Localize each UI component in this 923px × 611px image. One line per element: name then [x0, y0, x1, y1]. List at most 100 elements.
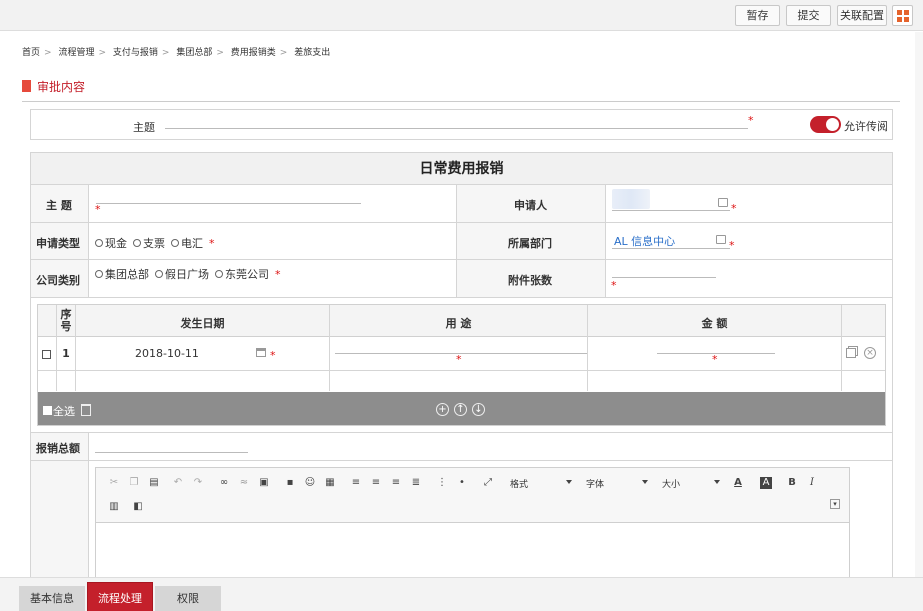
top-toolbar: 暂存 提交 关联配置: [0, 0, 923, 31]
attachments-label: 附件张数: [508, 274, 552, 287]
format-dropdown[interactable]: 格式: [510, 477, 572, 490]
radio-wire[interactable]: 电汇: [171, 237, 203, 250]
ordered-list-icon[interactable]: ⋮: [436, 477, 448, 489]
add-row-icon[interactable]: +: [436, 403, 449, 416]
font-dropdown[interactable]: 字体: [586, 477, 648, 490]
vertical-scrollbar[interactable]: [915, 32, 923, 577]
text-color-icon[interactable]: A: [732, 477, 744, 489]
fullscreen-icon[interactable]: ⤢: [482, 477, 494, 489]
total-label: 报销总额: [36, 442, 80, 455]
th-purpose: 用 途: [445, 317, 472, 330]
preview-icon[interactable]: ◧: [132, 501, 144, 513]
rich-text-editor[interactable]: ✂ ❐ ▤ ↶ ↷ ∞ ≈ ▣ ▪ ☺ ▦ ≡ ≡ ≡ ≣ ⋮ • ⤢ 格式 字…: [95, 467, 850, 587]
breadcrumb-group-hq[interactable]: 集团总部: [176, 48, 212, 58]
document-icon: [22, 80, 31, 92]
breadcrumb-expense[interactable]: 费用报销类: [231, 48, 276, 58]
radio-check[interactable]: 支票: [133, 237, 165, 250]
align-right-icon[interactable]: ≡: [390, 477, 402, 489]
undo-icon[interactable]: ↶: [172, 477, 184, 489]
copy-row-icon[interactable]: [846, 348, 856, 358]
size-dropdown[interactable]: 大小: [662, 477, 720, 490]
move-down-icon[interactable]: ↓: [472, 403, 485, 416]
redo-icon[interactable]: ↷: [192, 477, 204, 489]
col-divider: [456, 185, 457, 297]
italic-icon[interactable]: I: [806, 477, 818, 489]
subject-input[interactable]: [165, 128, 748, 129]
align-left-icon[interactable]: ≡: [350, 477, 362, 489]
required-mark: *: [611, 279, 617, 292]
save-draft-button[interactable]: 暂存: [735, 5, 780, 26]
justify-icon[interactable]: ≣: [410, 477, 422, 489]
required-mark: *: [748, 114, 754, 127]
radio-circle-icon[interactable]: [133, 239, 141, 247]
applicant-input[interactable]: [612, 210, 730, 211]
radio-cash[interactable]: 现金: [95, 237, 127, 250]
move-up-icon[interactable]: ↑: [454, 403, 467, 416]
applicant-label: 申请人: [514, 199, 547, 212]
subject-field-label: 主 题: [46, 199, 72, 212]
section-heading: 审批内容: [22, 78, 85, 94]
unlink-icon[interactable]: ≈: [238, 477, 250, 489]
cut-icon[interactable]: ✂: [108, 477, 120, 489]
department-value: AL 信息中心: [614, 235, 676, 248]
calendar-icon[interactable]: [256, 348, 266, 357]
row-date-value[interactable]: 2018-10-11: [135, 347, 199, 360]
trash-icon[interactable]: [81, 404, 91, 416]
chart-icon[interactable]: ▥: [108, 501, 120, 513]
tab-basic-info[interactable]: 基本信息: [19, 586, 85, 611]
select-all-checkbox[interactable]: [43, 406, 52, 415]
select-department-icon[interactable]: [716, 235, 726, 244]
size-label: 大小: [662, 480, 681, 490]
radio-dongguan[interactable]: 东莞公司: [215, 268, 269, 281]
col-divider: [88, 432, 89, 591]
bottom-tab-bar: 基本信息 流程处理 权限: [0, 577, 923, 611]
image-icon[interactable]: ▪: [284, 477, 296, 489]
link-config-button[interactable]: 关联配置: [837, 5, 887, 26]
delete-row-icon[interactable]: ×: [864, 347, 876, 359]
required-mark: *: [270, 349, 276, 362]
bg-color-icon[interactable]: A: [760, 477, 772, 489]
row-divider: [31, 222, 892, 223]
link-icon[interactable]: ∞: [218, 477, 230, 489]
required-mark: *: [275, 268, 281, 281]
radio-circle-icon[interactable]: [171, 239, 179, 247]
align-center-icon[interactable]: ≡: [370, 477, 382, 489]
breadcrumb-home[interactable]: 首页: [22, 48, 40, 58]
format-label: 格式: [510, 480, 529, 490]
attachments-input[interactable]: [612, 277, 716, 278]
image-upload-icon[interactable]: ▣: [258, 477, 270, 489]
radio-circle-icon[interactable]: [215, 270, 223, 278]
breadcrumb-process-mgmt[interactable]: 流程管理: [58, 48, 94, 58]
select-all-label[interactable]: 全选: [53, 403, 75, 419]
radio-circle-icon[interactable]: [95, 239, 103, 247]
submit-button[interactable]: 提交: [786, 5, 831, 26]
grid-menu-icon[interactable]: [892, 5, 913, 26]
required-mark: *: [712, 353, 718, 366]
row-checkbox[interactable]: [42, 350, 51, 359]
font-label: 字体: [586, 480, 605, 490]
total-input[interactable]: [95, 452, 248, 453]
table-footer: 全选 + ↑ ↓: [38, 392, 885, 425]
tab-process[interactable]: 流程处理: [87, 582, 153, 611]
radio-holiday-plaza[interactable]: 假日广场: [155, 268, 209, 281]
divider: [22, 101, 900, 102]
allow-circulate-toggle[interactable]: [810, 116, 841, 133]
radio-circle-icon[interactable]: [155, 270, 163, 278]
radio-group-hq[interactable]: 集团总部: [95, 268, 149, 281]
tab-permissions[interactable]: 权限: [155, 586, 221, 611]
editor-toolbar: ✂ ❐ ▤ ↶ ↷ ∞ ≈ ▣ ▪ ☺ ▦ ≡ ≡ ≡ ≣ ⋮ • ⤢ 格式 字…: [96, 468, 849, 523]
radio-circle-icon[interactable]: [95, 270, 103, 278]
emoji-icon[interactable]: ☺: [304, 477, 316, 489]
paste-icon[interactable]: ▤: [148, 477, 160, 489]
subject-field-input[interactable]: [96, 203, 361, 204]
breadcrumb-payment[interactable]: 支付与报销: [113, 48, 158, 58]
row-divider: [31, 460, 892, 461]
department-input[interactable]: [612, 248, 730, 249]
copy-icon[interactable]: ❐: [128, 477, 140, 489]
select-user-icon[interactable]: [718, 198, 728, 207]
table-icon[interactable]: ▦: [324, 477, 336, 489]
th-seq: 序号: [60, 308, 72, 333]
bold-icon[interactable]: B: [786, 477, 798, 489]
unordered-list-icon[interactable]: •: [456, 477, 468, 489]
toolbar-expand-icon[interactable]: ▾: [830, 499, 840, 509]
